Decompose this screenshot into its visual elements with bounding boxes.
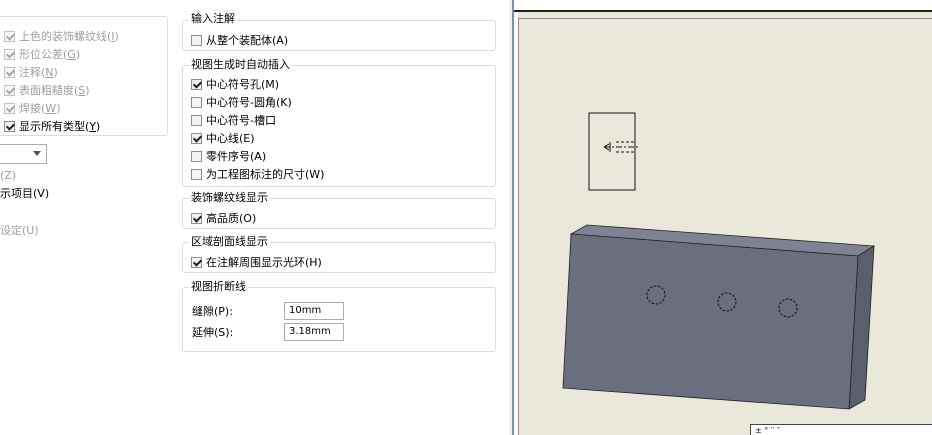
- checkbox-label: 中心线(E): [206, 132, 255, 145]
- checkbox-label-close: ): [75, 47, 81, 61]
- title-block-text: ± ° ′′ ″: [755, 426, 780, 435]
- checkbox-row[interactable]: 中心符号-槽口: [191, 112, 276, 128]
- checkbox-row[interactable]: 为工程图标注的尺寸(W): [191, 166, 324, 182]
- checkbox-unchecked-icon[interactable]: [191, 114, 202, 126]
- break-line-title: 视图折断线: [189, 280, 248, 293]
- checkbox-checked-icon: [4, 102, 15, 114]
- checkbox-accelerator-key: S: [78, 83, 86, 97]
- checkbox-label-close: ): [56, 101, 61, 115]
- checkbox-checked-icon[interactable]: [191, 256, 202, 268]
- checkbox-checked-icon[interactable]: [4, 120, 15, 132]
- section-hatch-title: 区域剖面线显示: [189, 235, 270, 248]
- checkbox-label: 表面粗糙度(: [19, 84, 79, 97]
- extend-input[interactable]: 3.18mm: [284, 323, 344, 341]
- checkbox-label: 高品质(O): [206, 212, 257, 225]
- checkbox-checked-icon[interactable]: [191, 132, 202, 144]
- checkbox-row[interactable]: 从整个装配体(A): [191, 32, 288, 48]
- checkbox-label: 中心符号-圆角(K): [206, 96, 292, 109]
- checkbox-label: 显示所有类型(: [19, 120, 90, 133]
- checkbox-row: 上色的装饰螺纹线(I): [4, 28, 119, 44]
- checkbox-accelerator-key: G: [67, 47, 76, 61]
- checkbox-row[interactable]: 中心符号-圆角(K): [191, 94, 292, 110]
- checkbox-checked-icon: [4, 48, 15, 60]
- checkbox-label: 焊接(: [19, 102, 46, 115]
- checkbox-unchecked-icon[interactable]: [191, 168, 202, 180]
- checkbox-checked-icon[interactable]: [191, 212, 202, 224]
- checkbox-unchecked-icon[interactable]: [191, 34, 202, 46]
- title-block: ± ° ′′ ″: [750, 424, 932, 435]
- checkbox-label: 中心符号-槽口: [206, 114, 276, 127]
- cosmetic-thread-title: 装饰螺纹线显示: [189, 191, 270, 204]
- display-items-button[interactable]: 示项目(V): [0, 187, 49, 201]
- checkbox-checked-icon[interactable]: [191, 78, 202, 90]
- checkbox-checked-icon: [4, 66, 15, 78]
- checkbox-row: 焊接(W): [4, 100, 60, 116]
- part-drawing-svg: [562, 112, 876, 410]
- checkbox-label: 中心符号孔(M): [206, 78, 280, 91]
- checkbox-row[interactable]: 高品质(O): [191, 210, 256, 226]
- gap-label: 缝隙(P):: [192, 305, 233, 318]
- checkbox-row: 形位公差(G): [4, 46, 80, 62]
- checkbox-checked-icon: [4, 84, 15, 96]
- checkbox-label: 从整个装配体(A): [206, 34, 289, 47]
- checkbox-label-close: ): [53, 65, 58, 79]
- drawing-viewport[interactable]: ± ° ′′ ″: [512, 0, 932, 435]
- part-front-face: [562, 233, 859, 410]
- checkbox-row: 注释(N): [4, 64, 58, 80]
- checkbox-label: 在注解周围显示光环(H): [206, 256, 322, 269]
- display-filter-dropdown[interactable]: [0, 144, 47, 164]
- settings-button: 设定(U): [0, 224, 39, 237]
- checkbox-row[interactable]: 中心符号孔(M): [191, 76, 279, 92]
- options-panel: 上色的装饰螺纹线(I) 形位公差(G) 注释(N) 表面粗糙度(S) 焊接(W) 显示所有…: [0, 0, 512, 435]
- checkbox-label-close: ): [114, 29, 119, 43]
- checkbox-unchecked-icon[interactable]: [191, 150, 202, 162]
- checkbox-label: 为工程图标注的尺寸(W): [206, 168, 325, 181]
- checkbox-label: 上色的装饰螺纹线(: [19, 30, 112, 43]
- checkbox-accelerator-key: W: [45, 101, 57, 115]
- checkbox-row[interactable]: 显示所有类型(Y): [4, 118, 100, 134]
- extend-label: 延伸(S):: [192, 326, 234, 339]
- checkbox-row: 表面粗糙度(S): [4, 82, 90, 98]
- checkbox-accelerator-key: N: [45, 65, 54, 79]
- checkbox-label-close: ): [96, 119, 101, 133]
- checkbox-row[interactable]: 中心线(E): [191, 130, 255, 146]
- checkbox-checked-icon: [4, 30, 15, 42]
- checkbox-label: 零件序号(A): [206, 150, 267, 163]
- auto-insert-title: 视图生成时自动插入: [189, 58, 292, 71]
- input-annotations-title: 输入注解: [189, 12, 237, 25]
- gap-input[interactable]: 10mm: [284, 302, 344, 320]
- z-option-label: (Z): [0, 169, 17, 182]
- checkbox-label-close: ): [85, 83, 90, 97]
- checkbox-label: 形位公差(: [19, 48, 68, 61]
- checkbox-row[interactable]: 在注解周围显示光环(H): [191, 254, 322, 270]
- checkbox-row[interactable]: 零件序号(A): [191, 148, 266, 164]
- chevron-down-icon: [33, 151, 41, 156]
- checkbox-accelerator-key: Y: [89, 119, 97, 133]
- checkbox-unchecked-icon[interactable]: [191, 96, 202, 108]
- checkbox-label: 注释(: [19, 66, 46, 79]
- centerline-symbol-icon: [603, 141, 638, 153]
